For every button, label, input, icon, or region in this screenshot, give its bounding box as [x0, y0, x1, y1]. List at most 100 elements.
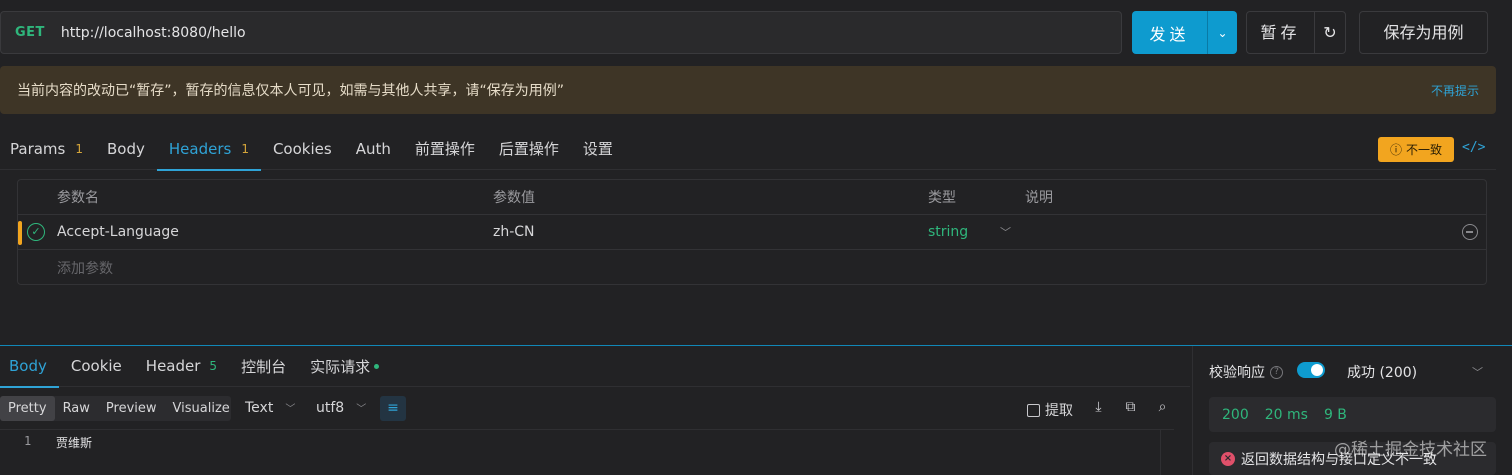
format-visualize[interactable]: Visualize	[165, 396, 238, 421]
encoding-value: utf8	[316, 400, 345, 416]
response-time: 20 ms	[1264, 406, 1308, 423]
editor-scrollbar[interactable]	[1160, 429, 1174, 475]
column-header-type: 类型	[928, 190, 956, 206]
send-button[interactable]: 发送 ⌄	[1132, 11, 1237, 54]
extract-label: 提取	[1045, 403, 1073, 419]
tab-count: 1	[241, 141, 249, 156]
response-editor[interactable]: 1 贾维斯	[0, 429, 1174, 475]
tab-response-header[interactable]: Header 5	[134, 346, 229, 387]
table-row: ✓ Accept-Language zh-CN string ﹀	[18, 215, 1486, 250]
save-temp-button[interactable]: 暂存 ↻	[1246, 11, 1346, 54]
code-icon[interactable]: </>	[1462, 140, 1485, 155]
code-line: 贾维斯	[56, 436, 93, 450]
response-size: 9 B	[1323, 406, 1347, 423]
tab-label: 前置操作	[414, 140, 475, 158]
format-switcher: Pretty Raw Preview Visualize	[0, 396, 231, 421]
tab-headers[interactable]: Headers 1	[156, 128, 262, 171]
save-as-case-button[interactable]: 保存为用例	[1359, 11, 1488, 54]
response-stats: 200 20 ms 9 B	[1209, 397, 1496, 432]
tab-label: Body	[9, 357, 47, 375]
validate-label-text: 校验响应	[1209, 365, 1265, 381]
tab-label: 后置操作	[498, 140, 559, 158]
tab-label: 实际请求	[310, 357, 371, 376]
save-temp-label[interactable]: 暂存	[1247, 12, 1315, 53]
url-input[interactable]: http://localhost:8080/hello	[61, 25, 246, 41]
format-preview[interactable]: Preview	[98, 396, 165, 421]
extract-button[interactable]: 提取	[1027, 400, 1073, 420]
remove-row-icon[interactable]	[1462, 224, 1478, 240]
method-selector[interactable]: GET	[15, 25, 45, 40]
chevron-down-icon: ﹀	[285, 404, 296, 415]
status-dot	[374, 363, 380, 369]
tab-cookies[interactable]: Cookies	[261, 128, 344, 170]
mismatch-label: 不一致	[1406, 143, 1443, 157]
tab-count: 5	[209, 359, 218, 373]
tab-label: Body	[107, 139, 145, 158]
enabled-checkbox[interactable]: ✓	[27, 223, 45, 241]
tab-body[interactable]: Body	[95, 128, 157, 170]
column-header-value: 参数值	[493, 190, 535, 206]
content-type-select[interactable]: Text ﹀	[245, 400, 295, 416]
mismatch-badge[interactable]: ⓘ 不一致	[1378, 137, 1454, 162]
search-icon[interactable]: ⌕	[1155, 400, 1170, 415]
copy-icon[interactable]: ⧉	[1123, 400, 1138, 415]
draft-notice-banner: 当前内容的改动已“暂存”，暂存的信息仅本人可见，如需与其他人共享，请“保存为用例…	[0, 66, 1496, 114]
tab-label: Cookies	[272, 139, 332, 158]
tab-params[interactable]: Params 1	[0, 128, 95, 170]
content-type-value: Text	[245, 400, 274, 416]
tab-post-processors[interactable]: 后置操作	[487, 128, 571, 170]
column-header-description: 说明	[1025, 190, 1053, 206]
tab-label: Auth	[355, 139, 391, 158]
chevron-down-icon[interactable]: ﹀	[1000, 224, 1011, 240]
tab-label: 设置	[582, 140, 613, 158]
tab-response-cookie[interactable]: Cookie	[59, 346, 134, 387]
format-pretty[interactable]: Pretty	[0, 396, 55, 421]
request-tabs: Params 1 Body Headers 1 Cookies Auth 前置操作 …	[0, 128, 1496, 171]
tab-label: Cookie	[70, 357, 122, 375]
encoding-select[interactable]: utf8 ﹀	[316, 400, 366, 416]
param-name-cell[interactable]: Accept-Language	[57, 224, 179, 240]
chevron-down-icon[interactable]: ⌄	[1208, 26, 1237, 40]
tab-label: Headers	[168, 139, 232, 158]
tab-label: Header	[145, 357, 201, 375]
send-label: 发送	[1149, 24, 1190, 44]
chevron-down-icon: ﹀	[356, 404, 367, 415]
tab-count: 1	[75, 141, 83, 156]
chevron-down-icon[interactable]: ﹀	[1472, 364, 1483, 380]
param-type-select[interactable]: string	[928, 224, 968, 240]
dismiss-notice-link[interactable]: 不再提示	[1431, 82, 1479, 99]
tab-label: 控制台	[241, 357, 287, 376]
tab-pre-processors[interactable]: 前置操作	[403, 128, 487, 170]
headers-table: 参数名 参数值 类型 说明 ✓ Accept-Language zh-CN st…	[17, 179, 1487, 285]
validate-response-label: 校验响应 ?	[1209, 362, 1283, 382]
validation-result-select[interactable]: 成功 (200)	[1347, 362, 1417, 382]
panel-separator	[1192, 346, 1193, 475]
watermark: @稀土掘金技术社区	[1334, 440, 1487, 460]
table-header: 参数名 参数值 类型 说明	[18, 180, 1486, 215]
help-icon[interactable]: ?	[1270, 365, 1283, 379]
url-bar[interactable]: GET http://localhost:8080/hello	[0, 11, 1122, 54]
tab-label: Params	[10, 139, 66, 158]
tab-response-body[interactable]: Body	[0, 346, 59, 388]
validate-toggle[interactable]	[1297, 362, 1325, 378]
word-wrap-icon[interactable]: ≡	[380, 396, 406, 421]
param-value-cell[interactable]: zh-CN	[493, 224, 535, 240]
tab-actual-request[interactable]: 实际请求	[298, 346, 391, 387]
column-header-name: 参数名	[57, 190, 99, 206]
notice-text: 当前内容的改动已“暂存”，暂存的信息仅本人可见，如需与其他人共享，请“保存为用例…	[17, 83, 565, 99]
format-raw[interactable]: Raw	[55, 396, 98, 421]
reset-icon[interactable]: ↻	[1315, 23, 1345, 42]
add-param-row[interactable]: 添加参数	[18, 250, 1486, 285]
download-icon[interactable]: ⤓	[1091, 400, 1106, 415]
tab-settings[interactable]: 设置	[571, 128, 625, 170]
tab-auth[interactable]: Auth	[344, 128, 403, 170]
add-param-placeholder[interactable]: 添加参数	[57, 258, 113, 278]
error-icon: ×	[1221, 451, 1235, 466]
modified-marker	[18, 221, 22, 245]
line-number: 1	[24, 434, 32, 448]
extract-icon	[1027, 403, 1040, 417]
status-code: 200	[1222, 406, 1249, 423]
tab-console[interactable]: 控制台	[229, 346, 298, 387]
info-icon: ⓘ	[1389, 143, 1402, 157]
response-tabs: Body Cookie Header 5 控制台 实际请求	[0, 346, 1190, 388]
